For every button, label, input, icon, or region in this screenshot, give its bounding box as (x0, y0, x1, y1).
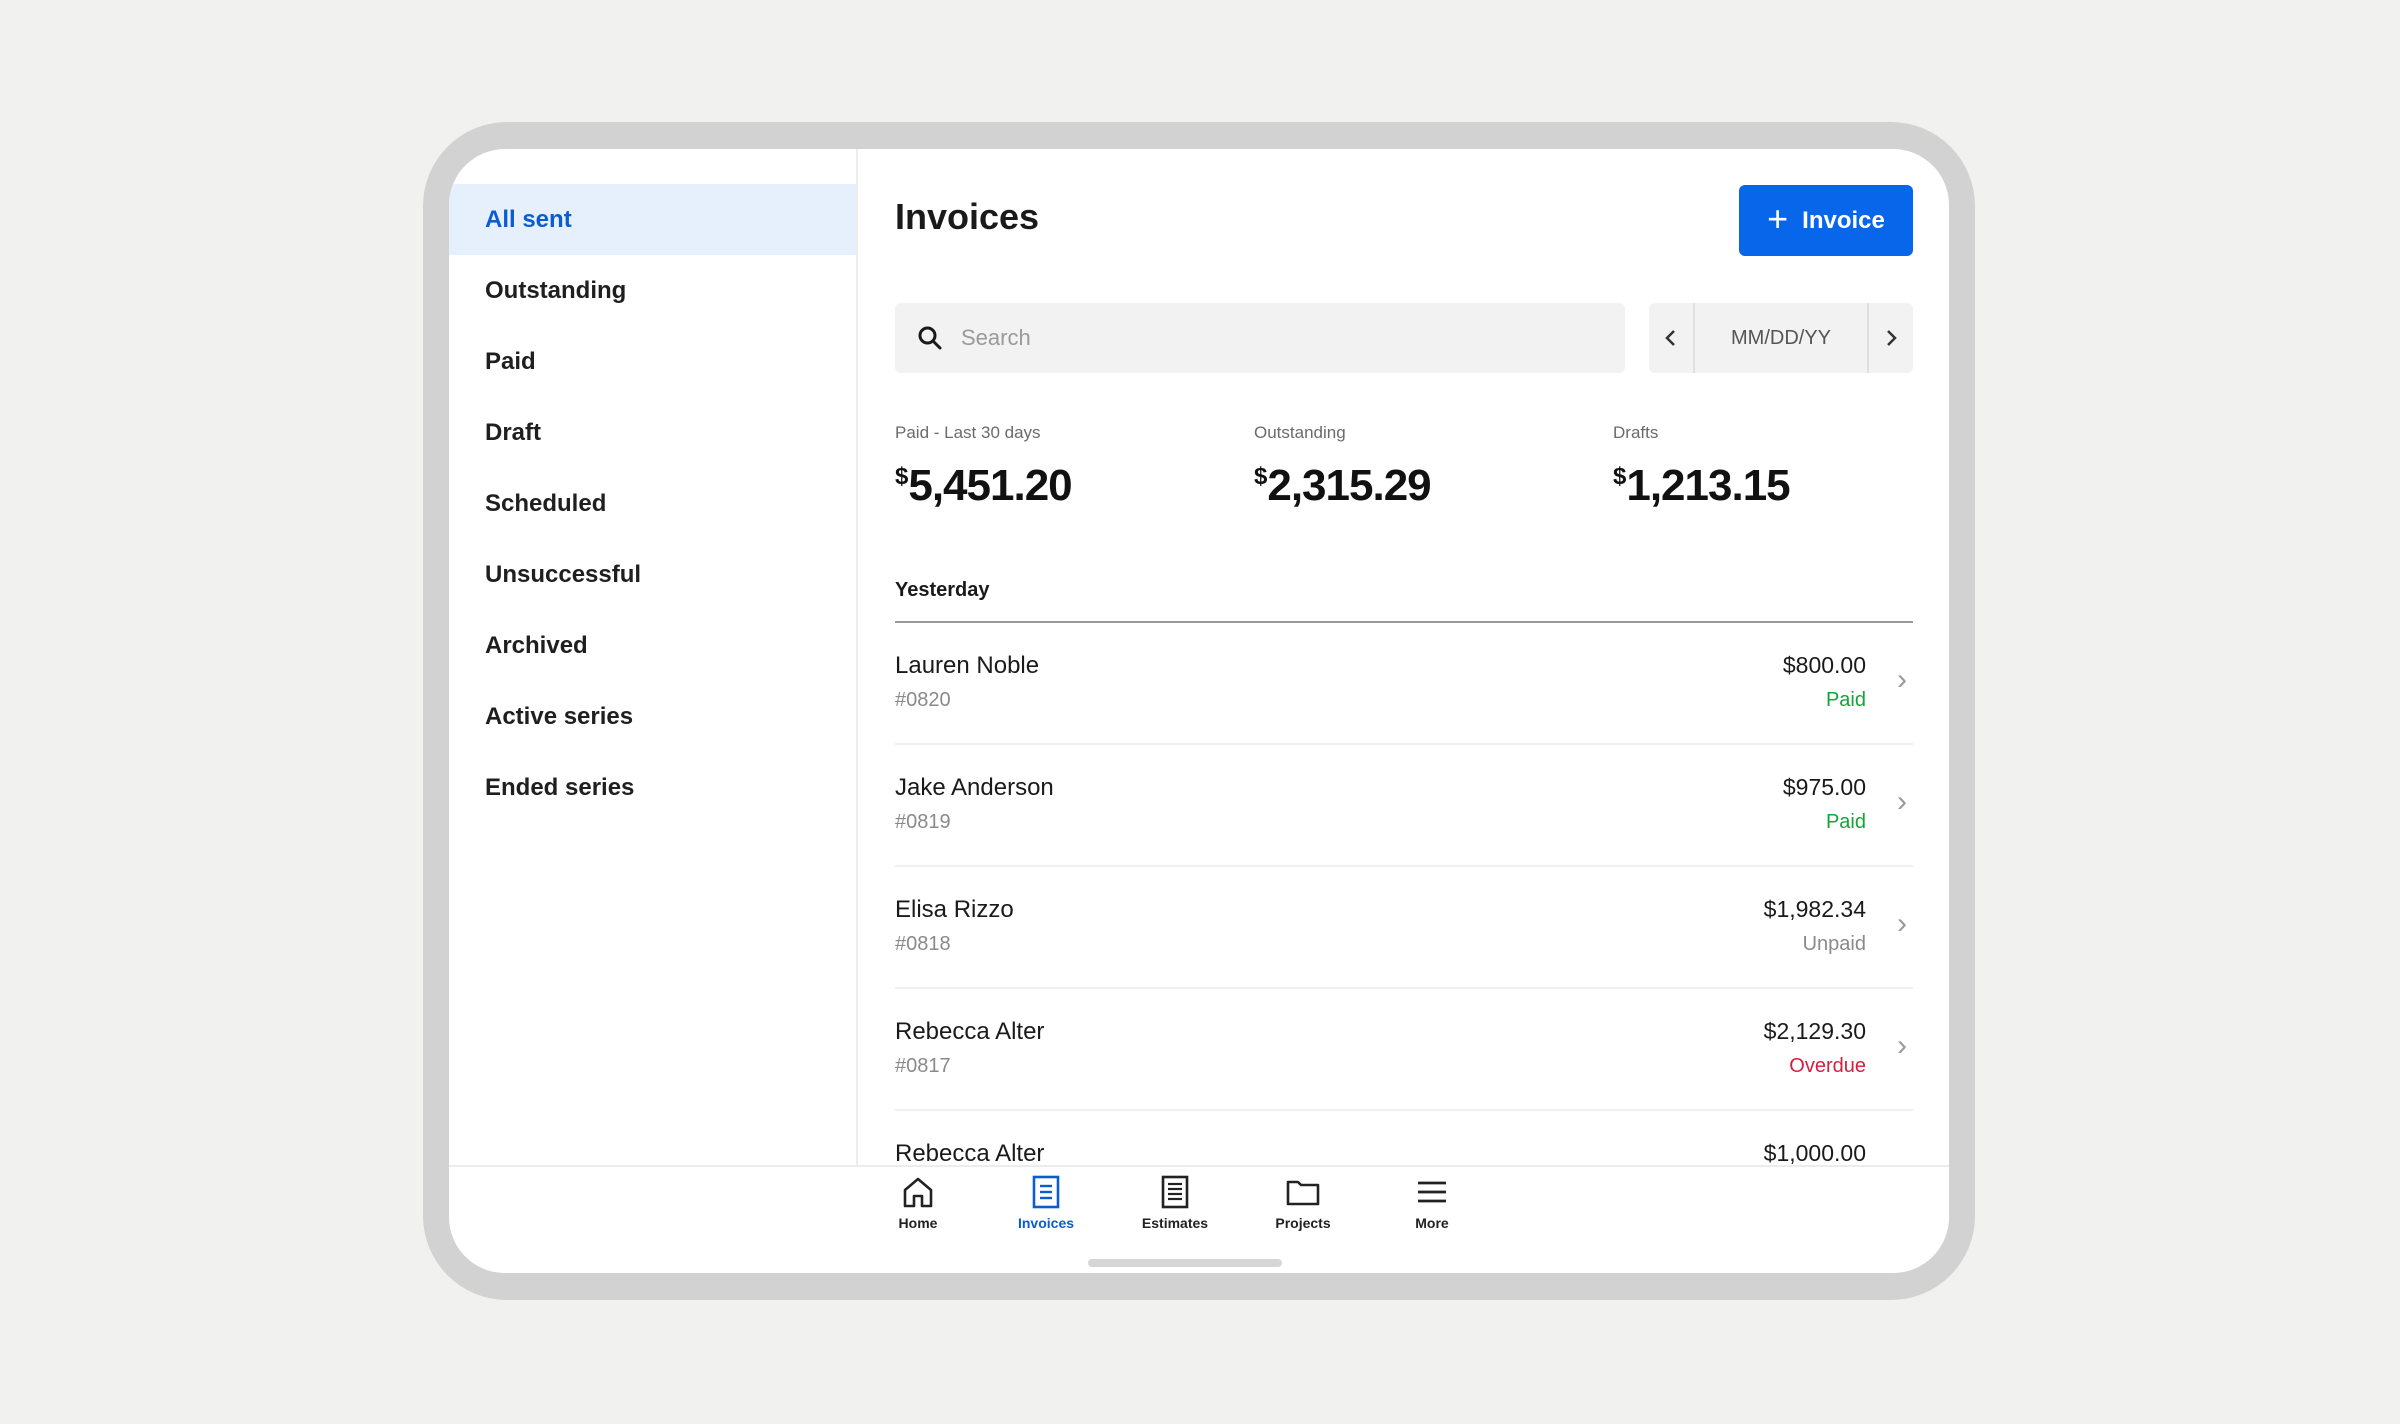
customer-name: Lauren Noble (895, 652, 1040, 679)
tab-label: Home (898, 1215, 938, 1231)
estimate-icon (1161, 1175, 1189, 1209)
stat-value: $5,451.20 (895, 461, 1073, 511)
invoice-row[interactable]: Elisa Rizzo #0818 $1,982.34 Unpaid › (895, 867, 1913, 989)
home-indicator[interactable] (1088, 1259, 1282, 1267)
tab-label: Invoices (1017, 1215, 1075, 1231)
stat-paid-last-30-days: Paid - Last 30 days $5,451.20 (895, 423, 1073, 511)
stat-drafts: Drafts $1,213.15 (1613, 423, 1791, 511)
currency-symbol: $ (895, 463, 909, 490)
stat-amount: 2,315.29 (1267, 461, 1431, 510)
currency-symbol: $ (1254, 463, 1268, 490)
sidebar-item-all-sent[interactable]: All sent (449, 184, 856, 255)
stat-amount: 1,213.15 (1626, 461, 1790, 510)
date-next-button[interactable] (1867, 303, 1913, 373)
invoice-amount: $800.00 (1782, 652, 1866, 678)
invoice-number: #0819 (895, 811, 951, 833)
invoice-status: Overdue (1789, 1055, 1866, 1077)
sidebar-item-archived[interactable]: Archived (449, 610, 856, 681)
page-title: Invoices (895, 196, 1040, 237)
invoice-status: Unpaid (1802, 933, 1866, 955)
tab-invoices[interactable]: Invoices (991, 1173, 1101, 1231)
invoice-amount: $1,982.34 (1763, 896, 1866, 922)
new-invoice-button[interactable]: + Invoice (1739, 185, 1913, 256)
customer-name: Elisa Rizzo (895, 896, 1014, 923)
stat-outstanding: Outstanding $2,315.29 (1254, 423, 1432, 511)
invoice-amount: $2,129.30 (1763, 1018, 1866, 1044)
stat-value: $2,315.29 (1254, 461, 1432, 511)
app-screen: All sent Outstanding Paid Draft Schedule… (449, 149, 1949, 1273)
tab-more[interactable]: More (1377, 1173, 1487, 1231)
sidebar-item-scheduled[interactable]: Scheduled (449, 468, 856, 539)
tab-label: More (1415, 1215, 1449, 1231)
customer-name: Jake Anderson (895, 774, 1054, 801)
invoice-number: #0818 (895, 933, 951, 955)
stat-label: Drafts (1613, 423, 1659, 442)
date-prev-button[interactable] (1649, 303, 1695, 373)
invoice-row[interactable]: Rebecca Alter #0817 $2,129.30 Overdue › (895, 989, 1913, 1111)
search-bar (895, 303, 1625, 373)
currency-symbol: $ (1613, 463, 1627, 490)
date-filter-label[interactable]: MM/DD/YY (1695, 303, 1867, 373)
chevron-left-icon (1665, 330, 1675, 346)
invoice-amount: $1,000.00 (1763, 1140, 1866, 1165)
invoices-main: Invoices + Invoice MM/DD/YY (895, 149, 1913, 1165)
sidebar-item-paid[interactable]: Paid (449, 326, 856, 397)
tab-estimates[interactable]: Estimates (1120, 1173, 1230, 1231)
invoice-number: #0820 (895, 689, 951, 711)
tab-label: Estimates (1141, 1215, 1209, 1231)
invoice-status: Paid (1825, 811, 1866, 833)
menu-icon (1418, 1181, 1446, 1203)
home-icon (903, 1177, 933, 1208)
tab-label: Projects (1275, 1215, 1331, 1231)
search-input[interactable] (961, 325, 1561, 351)
bottom-tab-bar: Home Invoices Estimates Projects More (449, 1165, 1949, 1273)
stat-amount: 5,451.20 (908, 461, 1072, 510)
sidebar-item-unsuccessful[interactable]: Unsuccessful (449, 539, 856, 610)
sidebar-item-active-series[interactable]: Active series (449, 681, 856, 752)
invoice-icon (1032, 1175, 1060, 1209)
new-invoice-button-label: Invoice (1802, 206, 1885, 234)
sidebar-item-ended-series[interactable]: Ended series (449, 752, 856, 823)
invoice-list: Lauren Noble #0820 $800.00 Paid › Jake A… (895, 623, 1913, 1165)
chevron-right-icon: › (1897, 663, 1907, 696)
invoice-status: Paid (1825, 689, 1866, 711)
stat-label: Paid - Last 30 days (895, 423, 1041, 442)
tab-projects[interactable]: Projects (1248, 1173, 1358, 1231)
sidebar-item-draft[interactable]: Draft (449, 397, 856, 468)
plus-icon: + (1767, 197, 1789, 239)
search-icon (918, 326, 942, 350)
invoice-number: #0817 (895, 1055, 951, 1077)
invoice-row[interactable]: Jake Anderson #0819 $975.00 Paid › (895, 745, 1913, 867)
stat-value: $1,213.15 (1613, 461, 1791, 511)
chevron-right-icon: › (1897, 1029, 1907, 1062)
customer-name: Rebecca Alter (895, 1140, 1045, 1165)
section-heading-yesterday: Yesterday (895, 579, 990, 601)
chevron-right-icon: › (1897, 785, 1907, 818)
invoice-row[interactable]: Lauren Noble #0820 $800.00 Paid › (895, 623, 1913, 745)
invoice-row[interactable]: Rebecca Alter $1,000.00 (895, 1111, 1913, 1165)
invoice-amount: $975.00 (1782, 774, 1866, 800)
folder-icon (1286, 1180, 1320, 1206)
summary-stats: Paid - Last 30 days $5,451.20 Outstandin… (895, 423, 1913, 513)
tab-home[interactable]: Home (863, 1173, 973, 1231)
sidebar-item-outstanding[interactable]: Outstanding (449, 255, 856, 326)
chevron-right-icon (1887, 330, 1897, 346)
chevron-right-icon: › (1897, 907, 1907, 940)
customer-name: Rebecca Alter (895, 1018, 1045, 1045)
stat-label: Outstanding (1254, 423, 1346, 442)
date-filter: MM/DD/YY (1649, 303, 1913, 373)
invoice-filter-sidebar: All sent Outstanding Paid Draft Schedule… (449, 149, 858, 1165)
